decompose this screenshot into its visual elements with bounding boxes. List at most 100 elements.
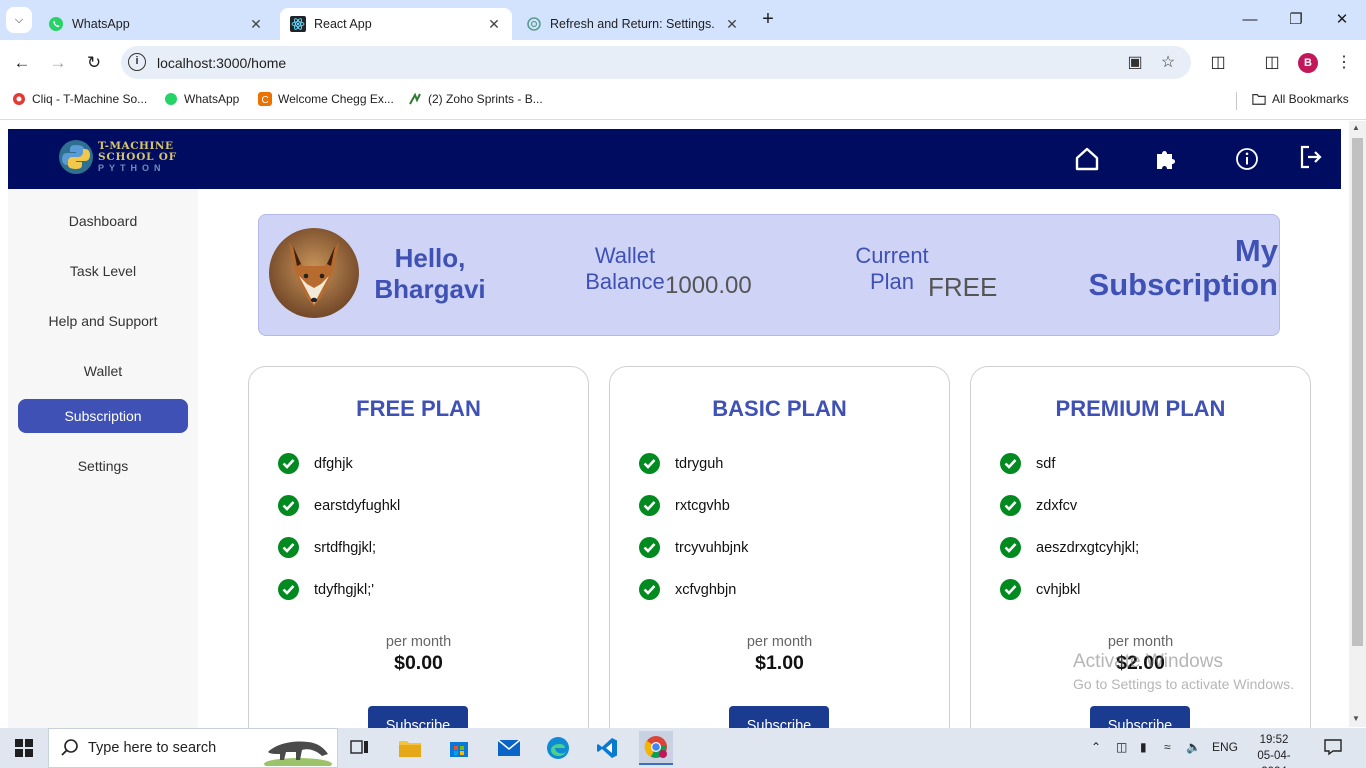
- feature-text: aeszdrxgtcyhjkl;: [1036, 539, 1140, 556]
- price-period: per month: [746, 634, 813, 650]
- bookmark-cliq[interactable]: Cliq - T-Machine So...: [12, 92, 147, 106]
- start-button[interactable]: [0, 728, 48, 768]
- logout-icon[interactable]: [1297, 143, 1325, 171]
- sidebar-item-help-and-support[interactable]: Help and Support: [18, 304, 188, 338]
- site-info-icon[interactable]: i: [128, 53, 146, 71]
- check-circle-icon: [278, 537, 299, 558]
- forward-button[interactable]: →: [46, 51, 70, 75]
- tab-react-app[interactable]: React App ✕: [280, 8, 512, 40]
- current-plan-value: FREE: [928, 272, 998, 302]
- taskbar-clock[interactable]: 19:52 05-04-2024: [1248, 732, 1300, 768]
- vscode-icon: [597, 738, 617, 758]
- label-line: Wallet: [594, 243, 656, 268]
- taskbar-vscode[interactable]: [590, 731, 624, 765]
- greeting-text: Hello, Bhargavi: [360, 243, 500, 305]
- zoho-sprints-icon: [409, 92, 421, 105]
- show-hidden-icons-button[interactable]: ⌃: [1091, 740, 1101, 754]
- bookmarks-divider: [1236, 92, 1237, 110]
- reload-button[interactable]: ↻: [82, 51, 106, 75]
- url-text[interactable]: localhost:3000/home: [157, 55, 286, 71]
- bookmark-label: Welcome Chegg Ex...: [278, 92, 394, 106]
- tab-refresh-and-return[interactable]: Refresh and Return: Settings. ✕: [516, 8, 750, 40]
- school-logo[interactable]: T-MACHINE SCHOOL OF PYTHON: [56, 136, 186, 178]
- edge-icon: [547, 737, 569, 759]
- scroll-up-icon[interactable]: ▲: [1352, 123, 1360, 132]
- install-app-icon[interactable]: ▣: [1125, 53, 1145, 73]
- tab-title: WhatsApp: [72, 17, 130, 31]
- bookmark-chegg[interactable]: C Welcome Chegg Ex...: [258, 92, 394, 106]
- tab-whatsapp[interactable]: WhatsApp ✕: [38, 8, 274, 40]
- sidebar-item-dashboard[interactable]: Dashboard: [18, 204, 188, 238]
- volume-icon[interactable]: 🔈: [1186, 740, 1201, 754]
- taskbar-file-explorer[interactable]: [393, 731, 427, 765]
- search-placeholder[interactable]: Type here to search: [88, 740, 216, 756]
- menu-kebab-icon[interactable]: ⋮: [1332, 51, 1356, 75]
- info-icon[interactable]: [1233, 145, 1261, 173]
- sidebar-item-task-level[interactable]: Task Level: [18, 254, 188, 288]
- puzzle-icon[interactable]: [1152, 145, 1180, 173]
- new-tab-button[interactable]: +: [757, 8, 779, 32]
- plan-feature: tdryguh: [639, 453, 723, 474]
- close-tab-icon[interactable]: ✕: [486, 16, 502, 33]
- wifi-icon[interactable]: ≈: [1164, 740, 1171, 754]
- close-tab-icon[interactable]: ✕: [724, 16, 740, 33]
- sidebar-item-subscription[interactable]: Subscription: [18, 399, 188, 433]
- feature-text: rxtcgvhb: [675, 497, 730, 514]
- tab-search-button[interactable]: ⌵: [6, 7, 32, 33]
- check-circle-icon: [1000, 495, 1021, 516]
- plan-title: FREE PLAN: [356, 396, 481, 421]
- profile-avatar[interactable]: B: [1298, 53, 1318, 73]
- label-line: Current: [855, 243, 929, 268]
- check-circle-icon: [639, 453, 660, 474]
- avatar[interactable]: [269, 228, 359, 318]
- plan-feature: earstdyfughkl: [278, 495, 400, 516]
- sidebar-item-settings[interactable]: Settings: [18, 449, 188, 483]
- app-header: [8, 129, 1341, 189]
- back-button[interactable]: ←: [10, 51, 34, 75]
- windows-logo-icon: [15, 739, 33, 757]
- bookmark-label: WhatsApp: [184, 92, 240, 106]
- feature-text: cvhjbkl: [1036, 581, 1081, 598]
- check-circle-icon: [639, 579, 660, 600]
- home-icon[interactable]: [1073, 145, 1101, 173]
- scroll-down-icon[interactable]: ▼: [1352, 714, 1360, 723]
- meet-now-icon[interactable]: ◫: [1116, 740, 1127, 754]
- all-bookmarks-button[interactable]: All Bookmarks: [1252, 92, 1349, 106]
- tab-title: Refresh and Return: Settings.: [550, 17, 715, 31]
- feature-text: sdf: [1036, 455, 1056, 472]
- feature-text: trcyvuhbjnk: [675, 539, 749, 556]
- notification-center-icon[interactable]: [1323, 738, 1343, 756]
- extensions-icon[interactable]: ◫: [1206, 51, 1230, 75]
- language-indicator[interactable]: ENG: [1212, 740, 1238, 754]
- plan-price: $2.00: [1116, 652, 1165, 674]
- side-panel-icon[interactable]: ◫: [1260, 51, 1284, 75]
- scrollbar-thumb[interactable]: [1352, 138, 1363, 646]
- restore-button[interactable]: ❐: [1274, 8, 1318, 32]
- label-line: Balance: [585, 269, 665, 294]
- close-window-button[interactable]: ✕: [1320, 8, 1364, 32]
- close-tab-icon[interactable]: ✕: [248, 16, 264, 33]
- taskbar-chrome[interactable]: [639, 731, 673, 765]
- logo-text-line: PYTHON: [98, 162, 166, 173]
- battery-icon[interactable]: ▮: [1140, 740, 1147, 754]
- check-circle-icon: [1000, 537, 1021, 558]
- bookmark-whatsapp[interactable]: WhatsApp: [164, 92, 239, 106]
- plan-feature: srtdfhgjkl;: [278, 537, 376, 558]
- sidebar-item-wallet[interactable]: Wallet: [18, 354, 188, 388]
- minimize-button[interactable]: —: [1228, 8, 1272, 32]
- feature-text: xcfvghbjn: [675, 581, 737, 598]
- check-circle-icon: [278, 495, 299, 516]
- user-name: Bhargavi: [374, 274, 486, 304]
- bookmark-zoho-sprints[interactable]: (2) Zoho Sprints - B...: [408, 92, 543, 106]
- tab-title: React App: [314, 17, 372, 31]
- logo-text-line: T-MACHINE: [98, 139, 174, 152]
- task-view-button[interactable]: [343, 731, 377, 765]
- taskbar-mail[interactable]: [492, 731, 526, 765]
- clock-date: 05-04-2024: [1257, 750, 1291, 768]
- taskbar-store[interactable]: [442, 731, 476, 765]
- chrome-icon: [644, 736, 667, 758]
- feature-text: tdryguh: [675, 455, 724, 472]
- taskbar-edge[interactable]: [541, 731, 575, 765]
- bookmark-star-icon[interactable]: ☆: [1158, 53, 1178, 73]
- page-title: My Subscription: [1080, 234, 1278, 302]
